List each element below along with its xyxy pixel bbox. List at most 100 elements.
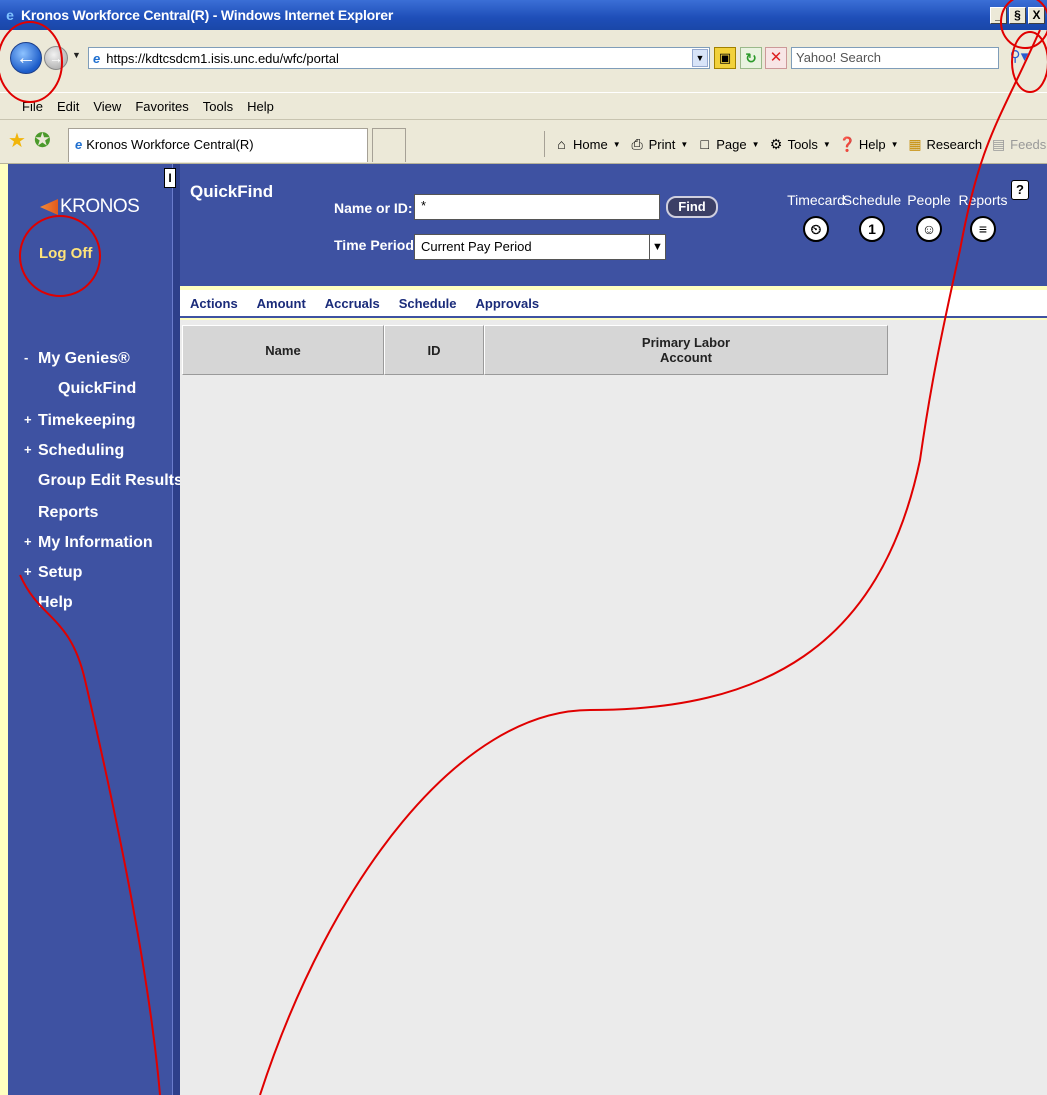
sidebar-item-label: My Genies® xyxy=(38,350,130,367)
forward-button[interactable]: → xyxy=(44,46,68,70)
tools-button[interactable]: ⚙ Tools ▼ xyxy=(768,136,831,153)
print-button[interactable]: ⎙ Print ▼ xyxy=(629,136,689,153)
help-icon: ❓ xyxy=(838,135,857,152)
command-bar: ⌂ Home ▼ ⎙ Print ▼ □ Page ▼ ⚙ Tools ▼ ❓ Help ▼ ▦ Re… xyxy=(544,130,1047,158)
log-off-link[interactable]: Log Off xyxy=(39,245,92,262)
close-button[interactable]: X xyxy=(1028,7,1045,24)
results-area xyxy=(180,320,1047,1095)
restore-button[interactable]: § xyxy=(1009,7,1026,24)
menu-file[interactable]: File xyxy=(22,99,43,114)
help-button[interactable]: ❓ Help ▼ xyxy=(839,136,899,153)
feeds-button[interactable]: ▤Feeds (J)▼ xyxy=(990,136,1047,153)
new-tab-button[interactable] xyxy=(372,128,406,162)
research-button[interactable]: ▦ Research xyxy=(907,135,982,153)
name-or-id-input[interactable]: * xyxy=(414,194,660,220)
column-header-line1: Primary Labor xyxy=(641,335,731,350)
name-or-id-label: Name or ID: xyxy=(334,200,413,216)
minimize-button[interactable]: _ xyxy=(990,7,1007,24)
page-button[interactable]: □ Page ▼ xyxy=(696,136,760,153)
sidebar-item-my-information[interactable]: + My Information xyxy=(24,534,153,552)
chevron-down-icon[interactable]: ▼ xyxy=(891,140,899,149)
window-titlebar: e Kronos Workforce Central(R) - Windows … xyxy=(0,0,1047,30)
sidebar-toggle-button[interactable]: I xyxy=(164,168,176,188)
sidebar-item-my-genies[interactable]: - My Genies® xyxy=(24,350,130,368)
time-period-select[interactable]: Current Pay Period ▼ xyxy=(414,234,666,260)
menu-tools[interactable]: Tools xyxy=(203,99,233,114)
tools-label: Tools xyxy=(787,136,818,152)
expand-icon[interactable]: + xyxy=(24,564,32,579)
sidebar-item-setup[interactable]: + Setup xyxy=(24,564,82,582)
report-icon: ≡ xyxy=(970,216,996,242)
column-header-primary-labor-account[interactable]: Primary Labor Account xyxy=(484,325,888,375)
search-icon[interactable]: ⚲▾ xyxy=(1003,47,1035,69)
address-dropdown-icon[interactable]: ▼ xyxy=(692,49,708,67)
column-header-line2: Account xyxy=(660,350,712,365)
shortcut-label: People xyxy=(907,192,951,208)
research-icon: ▦ xyxy=(908,135,922,152)
sidebar-item-reports[interactable]: Reports xyxy=(38,504,98,522)
chevron-down-icon[interactable]: ▼ xyxy=(613,140,621,149)
sidebar-item-help[interactable]: Help xyxy=(38,594,73,612)
reports-shortcut[interactable]: Reports ≡ xyxy=(956,192,1010,242)
printer-icon: ⎙ xyxy=(631,135,643,152)
add-favorite-icon[interactable]: ✪ xyxy=(34,128,51,153)
window-controls: _ § X xyxy=(990,7,1045,24)
sidebar-item-quickfind[interactable]: QuickFind xyxy=(58,380,136,398)
stop-icon[interactable]: ✕ xyxy=(765,47,787,69)
expand-icon[interactable]: + xyxy=(24,412,32,427)
sidebar-item-timekeeping[interactable]: + Timekeeping xyxy=(24,412,136,430)
sidebar-item-scheduling[interactable]: + Scheduling xyxy=(24,442,124,460)
menu-help[interactable]: Help xyxy=(247,99,274,114)
expand-icon[interactable]: + xyxy=(24,442,32,457)
gear-icon: ⚙ xyxy=(769,135,783,152)
calendar-icon: 1 xyxy=(859,216,885,242)
find-button[interactable]: Find xyxy=(666,196,718,218)
timecard-shortcut[interactable]: Timecard ⏲ xyxy=(786,192,846,242)
kronos-logo-text: KRONOS xyxy=(60,196,140,217)
menu-favorites[interactable]: Favorites xyxy=(135,99,188,114)
column-header-id[interactable]: ID xyxy=(384,325,484,375)
menu-accruals[interactable]: Accruals xyxy=(325,296,380,311)
shortcut-label: Reports xyxy=(958,192,1008,208)
sidebar-splitter[interactable] xyxy=(172,164,180,1095)
home-label: Home xyxy=(573,136,608,152)
search-input[interactable]: Yahoo! Search xyxy=(791,47,999,69)
chevron-down-icon[interactable]: ▼ xyxy=(823,140,831,149)
history-dropdown-icon[interactable]: ▼ xyxy=(72,50,81,60)
clock-icon: ⏲ xyxy=(803,216,829,242)
help-question-icon[interactable]: ? xyxy=(1011,180,1029,200)
collapse-icon[interactable]: - xyxy=(24,350,28,365)
sidebar-item-label: Setup xyxy=(38,564,83,581)
chevron-down-icon[interactable]: ▼ xyxy=(752,140,760,149)
menu-bar: File Edit View Favorites Tools Help xyxy=(0,92,1047,120)
menu-schedule[interactable]: Schedule xyxy=(399,296,457,311)
menu-view[interactable]: View xyxy=(93,99,121,114)
person-icon: ☺ xyxy=(916,216,942,242)
lock-icon[interactable]: ▣ xyxy=(714,47,736,69)
chevron-down-icon[interactable]: ▼ xyxy=(680,140,688,149)
page-label: Page xyxy=(716,136,747,152)
shortcut-label: Timecard xyxy=(787,192,845,208)
favorites-star-icon[interactable]: ★ xyxy=(8,128,26,153)
menu-amount[interactable]: Amount xyxy=(257,296,306,311)
refresh-icon[interactable]: ↻ xyxy=(740,47,762,69)
browser-tab-kronos[interactable]: e Kronos Workforce Central(R) xyxy=(68,128,368,162)
sidebar-item-label: Reports xyxy=(38,504,99,521)
sidebar-item-group-edit-results[interactable]: Group Edit Results xyxy=(38,472,183,490)
help-label: Help xyxy=(858,136,886,152)
schedule-shortcut[interactable]: Schedule 1 xyxy=(842,192,902,242)
chevron-down-icon[interactable]: ▼ xyxy=(649,235,665,259)
expand-icon[interactable]: + xyxy=(24,534,32,549)
feeds-label: Feeds (J) xyxy=(1010,136,1047,152)
address-input[interactable]: e https://kdtcsdcm1.isis.unc.edu/wfc/por… xyxy=(88,47,710,69)
home-button[interactable]: ⌂ Home ▼ xyxy=(553,136,621,153)
sidebar-item-label: Scheduling xyxy=(38,442,125,459)
menu-approvals[interactable]: Approvals xyxy=(476,296,540,311)
menu-edit[interactable]: Edit xyxy=(57,99,79,114)
menu-actions[interactable]: Actions xyxy=(190,296,238,311)
time-period-value: Current Pay Period xyxy=(421,239,532,254)
people-shortcut[interactable]: People ☺ xyxy=(903,192,955,242)
back-button[interactable]: ← xyxy=(10,42,42,74)
column-header-name[interactable]: Name xyxy=(182,325,384,375)
ie-logo-icon: e xyxy=(6,7,14,23)
